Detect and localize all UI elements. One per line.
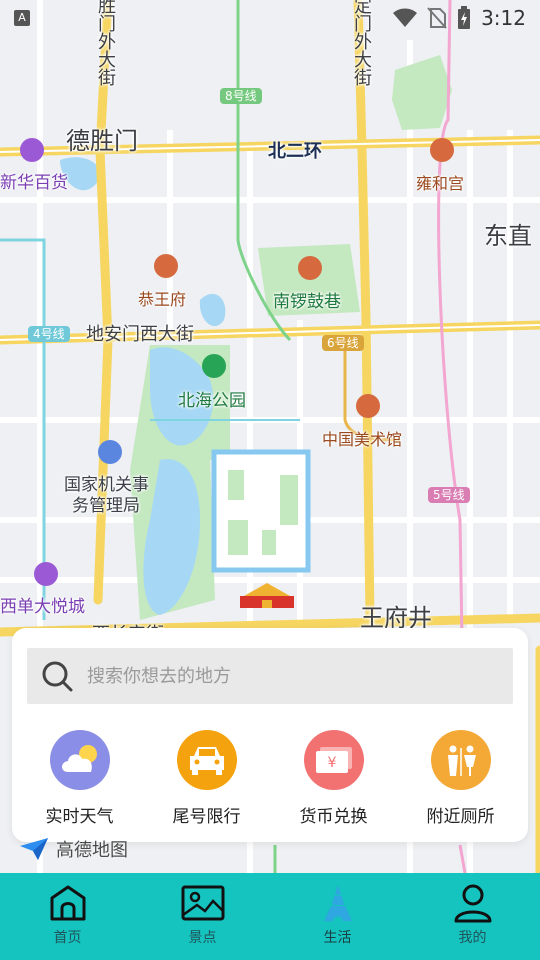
tab-scenic[interactable]: 景点 [135,873,270,960]
action-restroom-label: 附近厕所 [426,807,495,827]
action-plate-restriction[interactable]: 尾号限行 [147,730,267,827]
map-provider-logo-text: 高德地图 [56,840,128,861]
search-bar[interactable] [27,648,513,704]
search-card: 实时天气 尾号限行 ¥ 货币兑换 附近厕所 [12,628,528,842]
search-icon [42,661,73,692]
metro-badge-line8: 8号线 [220,88,262,104]
map-label-meishuguan: 中国美术馆 [322,430,403,449]
no-sim-icon [427,7,447,29]
svg-text:¥: ¥ [327,755,336,771]
action-weather[interactable]: 实时天气 [20,730,140,827]
search-input[interactable] [87,665,467,687]
action-weather-label: 实时天气 [45,807,114,827]
metro-badge-line5: 5号线 [428,487,470,503]
map-label-dongzhi: 东直 [484,222,532,250]
currency-exchange-icon: ¥ [303,730,364,790]
action-plate-restriction-label: 尾号限行 [172,807,241,827]
map-label-guojiajiguan-2: 务管理局 [72,496,140,516]
tab-home[interactable]: 首页 [0,873,135,960]
wifi-icon [393,8,418,27]
restroom-icon [430,730,491,790]
image-icon [181,885,224,921]
action-restroom[interactable]: 附近厕所 [401,730,521,827]
action-currency-exchange[interactable]: ¥ 货币兑换 [274,730,394,827]
status-time: 3:12 [481,6,526,30]
status-bar: A 3:12 [0,0,540,36]
user-icon [454,884,491,923]
tab-scenic-label: 景点 [188,930,217,946]
tab-home-label: 首页 [53,930,82,946]
map-label-gongwangfu: 恭王府 [138,290,187,309]
amap-arrow-icon [20,838,48,860]
map-label-dianmen: 地安门西大街 [86,324,194,345]
map-label-yonghegong: 雍和宫 [416,174,465,193]
map-provider-logo: 高德地图 [18,836,128,862]
tab-life-label: 生活 [323,930,352,946]
home-icon [50,885,85,921]
tab-mine-label: 我的 [458,930,487,946]
map-label-beierhuan: 北二环 [268,141,322,162]
notification-a-icon: A [14,10,30,26]
tab-life[interactable]: 生活 [270,873,405,960]
tab-mine[interactable]: 我的 [405,873,540,960]
map-label-xinhua: 新华百货 [0,173,68,193]
map-label-deshengmen: 德胜门 [66,127,138,155]
weather-cloud-sun-icon [49,730,110,790]
map-label-xidan: 西单大悦城 [0,597,85,617]
battery-charging-icon [458,6,471,29]
map-label-beihai: 北海公园 [178,391,246,411]
action-currency-exchange-label: 货币兑换 [299,807,368,827]
car-icon [176,730,237,790]
bottom-tab-bar: 首页 景点 生活 我的 [0,873,540,960]
tower-icon [323,885,352,921]
metro-badge-line6: 6号线 [322,335,364,351]
map-label-nanluoguxiang: 南锣鼓巷 [273,292,341,312]
quick-actions: 实时天气 尾号限行 ¥ 货币兑换 附近厕所 [12,730,528,827]
metro-badge-line4: 4号线 [28,326,70,342]
